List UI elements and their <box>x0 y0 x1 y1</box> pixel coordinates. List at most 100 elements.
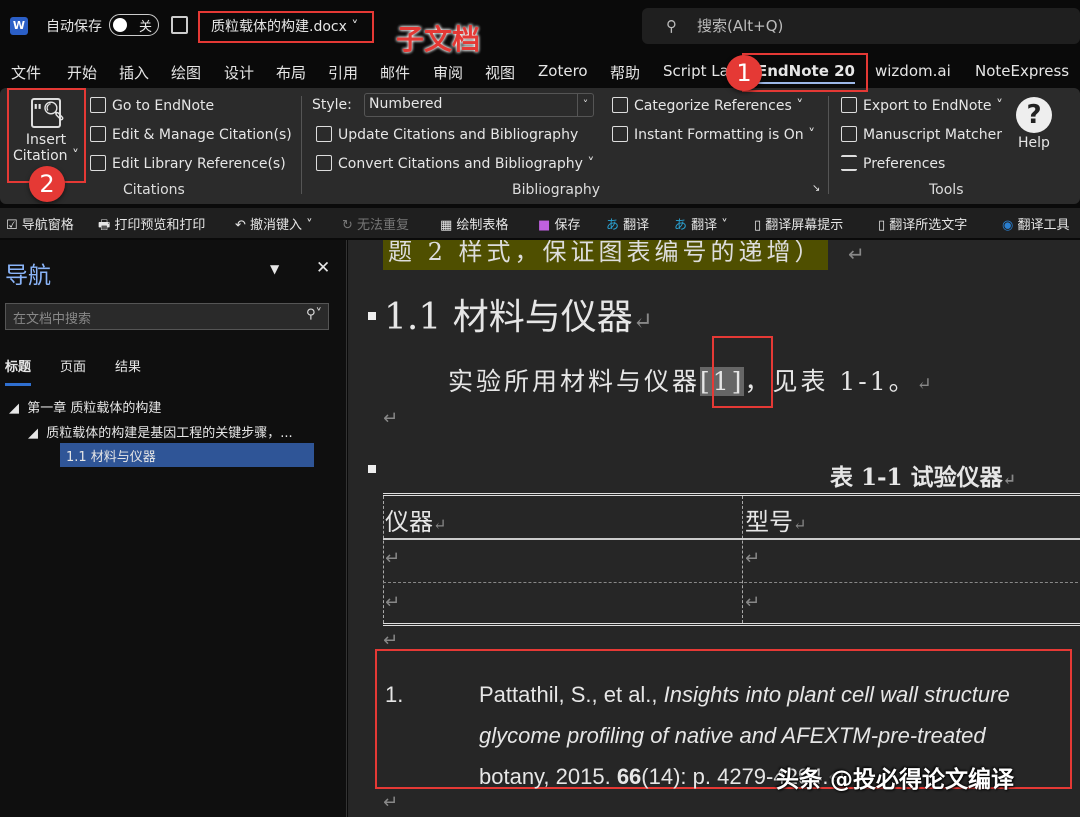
heading-bullet <box>368 312 376 320</box>
sliders-icon <box>841 155 857 171</box>
tab-noteexpress[interactable]: NoteExpress <box>975 62 1069 80</box>
annotation-label: 子文档 <box>396 18 480 58</box>
tab-zotero[interactable]: Zotero <box>538 62 588 80</box>
nav-tab-headings[interactable]: 标题 <box>5 356 31 386</box>
nav-tree-item[interactable]: ◢ 质粒载体的构建是基因工程的关键步骤，... <box>28 422 293 441</box>
style-label: Style: <box>312 97 352 113</box>
step-badge-1: 1 <box>726 55 762 91</box>
nav-tree-item-selected[interactable]: 1.1 材料与仪器 <box>60 443 314 467</box>
translate-dropdown-button[interactable]: あ 翻译 ˅ <box>674 214 728 233</box>
tab-references[interactable]: 引用 <box>328 62 358 83</box>
save-icon[interactable] <box>171 16 188 34</box>
nav-search-input[interactable]: 在文档中搜索⚲˅ <box>5 303 329 330</box>
matcher-icon <box>841 126 857 142</box>
preferences-button[interactable]: Preferences <box>841 155 945 172</box>
chevron-down-icon: ˅ <box>577 94 593 116</box>
translate-selection-button[interactable]: ▯ 翻译所选文字 <box>878 214 967 233</box>
nav-title: 导航 <box>5 256 51 290</box>
convert-icon <box>316 155 332 171</box>
nav-tree-item[interactable]: ◢ 第一章 质粒载体的构建 <box>9 397 161 416</box>
watermark: 头条 @投必得论文编译 <box>776 760 1014 794</box>
nav-tab-results[interactable]: 结果 <box>115 356 141 375</box>
tab-home[interactable]: 开始 <box>67 62 97 83</box>
title-bar: W 自动保存 关 质粒载体的构建.docx ˅ 子文档 ⚲搜索(Alt+Q) <box>0 0 1080 50</box>
table-cell[interactable]: ↵ <box>745 592 760 613</box>
table-header-model: 型号↵ <box>745 502 806 537</box>
categorize-icon <box>612 97 628 113</box>
tab-mailings[interactable]: 邮件 <box>380 62 410 83</box>
tab-design[interactable]: 设计 <box>224 62 254 83</box>
redo-button[interactable]: ↻ 无法重复 <box>342 214 409 233</box>
paragraph-mark: ↵ <box>848 242 865 266</box>
bibliography-entry: 1. Pattathil, S., et al., Insights into … <box>385 674 403 715</box>
translate-tools-button[interactable]: ◉ 翻译工具 <box>1002 214 1070 233</box>
instrument-table: 仪器↵ 型号↵ ↵ ↵ ↵ ↵ <box>383 493 1080 626</box>
instant-formatting-button[interactable]: Instant Formatting is On ˅ <box>612 126 815 143</box>
categorize-references-button[interactable]: Categorize References ˅ <box>612 97 803 114</box>
export-icon <box>841 97 857 113</box>
print-preview-button[interactable]: 🖶 打印预览和打印 <box>98 214 205 238</box>
tab-wizdom[interactable]: wizdom.ai <box>875 62 951 80</box>
table-caption: 表 1-1 试验仪器↵ <box>830 458 1016 492</box>
table-cell[interactable]: ↵ <box>385 592 400 613</box>
update-citations-button[interactable]: Update Citations and Bibliography <box>316 126 578 143</box>
nav-options-icon[interactable]: ▼ <box>270 262 279 276</box>
edit-library-reference-button[interactable]: Edit Library Reference(s) <box>90 155 286 172</box>
menu-tabs: 文件 开始 插入 绘图 设计 布局 引用 邮件 审阅 视图 Zotero 帮助 … <box>0 56 1080 86</box>
help-button[interactable]: ?Help <box>1016 97 1052 151</box>
filename-dropdown[interactable]: 质粒载体的构建.docx ˅ <box>198 11 374 43</box>
highlighted-text: 题 2 样式，保证图表编号的递增） <box>383 240 828 270</box>
tab-layout[interactable]: 布局 <box>276 62 306 83</box>
undo-button[interactable]: ↶ 撤消键入 ˅ <box>235 214 313 233</box>
body-paragraph: 实验所用材料与仪器[1]，见表 1-1。↵ <box>448 362 935 398</box>
caption-bullet <box>368 465 376 473</box>
search-box[interactable]: ⚲搜索(Alt+Q) <box>642 8 1080 44</box>
endnote-icon <box>90 97 106 113</box>
tab-insert[interactable]: 插入 <box>119 62 149 83</box>
search-icon: ⚲˅ <box>306 307 322 322</box>
paragraph-mark: ↵ <box>383 630 398 651</box>
search-icon: ⚲ <box>666 8 677 44</box>
list-icon <box>612 126 628 142</box>
manuscript-matcher-button[interactable]: Manuscript Matcher <box>841 126 1002 143</box>
tab-review[interactable]: 审阅 <box>433 62 463 83</box>
word-app-icon: W <box>10 17 28 35</box>
quick-access-toolbar: ☑ 导航窗格 🖶 打印预览和打印 ↶ 撤消键入 ˅ ↻ 无法重复 ▦ 绘制表格 … <box>0 208 1080 238</box>
section-heading: 1.1 材料与仪器↵ <box>384 288 653 340</box>
tab-file[interactable]: 文件 <box>11 62 41 83</box>
ribbon: "🔍︎ Insert Citation ˅ Go to EndNote Edit… <box>0 88 1080 204</box>
help-icon: ? <box>1016 97 1052 133</box>
dialog-launcher-icon[interactable]: ↘ <box>812 183 820 194</box>
nav-tab-pages[interactable]: 页面 <box>60 356 86 375</box>
translate-button[interactable]: あ 翻译 <box>606 214 649 233</box>
citation-highlight <box>712 336 773 408</box>
document-canvas: 题 2 样式，保证图表编号的递增） ↵ 1.1 材料与仪器↵ 实验所用材料与仪器… <box>348 240 1080 817</box>
autosave-toggle[interactable]: 关 <box>109 14 159 36</box>
table-cell[interactable]: ↵ <box>745 548 760 569</box>
update-icon <box>316 126 332 142</box>
edit-citation-icon <box>90 126 106 142</box>
bibliography-group-label: Bibliography <box>512 182 600 198</box>
go-to-endnote-button[interactable]: Go to EndNote <box>90 97 214 114</box>
close-icon[interactable]: ✕ <box>316 258 330 278</box>
nav-pane-checkbox[interactable]: ☑ 导航窗格 <box>6 214 74 233</box>
citations-group-label: Citations <box>123 182 185 198</box>
draw-table-button[interactable]: ▦ 绘制表格 <box>440 214 508 233</box>
tab-view[interactable]: 视图 <box>485 62 515 83</box>
edit-library-icon <box>90 155 106 171</box>
autosave-label: 自动保存 <box>46 16 102 36</box>
table-header-instrument: 仪器↵ <box>385 502 446 537</box>
export-to-endnote-button[interactable]: Export to EndNote ˅ <box>841 97 1003 114</box>
navigation-pane: 导航 ▼ ✕ 在文档中搜索⚲˅ 标题 页面 结果 ◢ 第一章 质粒载体的构建 ◢… <box>0 240 347 817</box>
save-button[interactable]: ■ 保存 <box>538 214 580 233</box>
style-dropdown[interactable]: Numbered˅ <box>364 93 594 117</box>
edit-manage-citations-button[interactable]: Edit & Manage Citation(s) <box>90 126 292 143</box>
convert-citations-button[interactable]: Convert Citations and Bibliography ˅ <box>316 155 594 172</box>
translate-screentip-button[interactable]: ▯ 翻译屏幕提示 <box>754 214 843 233</box>
tab-draw[interactable]: 绘图 <box>171 62 201 83</box>
step-badge-2: 2 <box>29 166 65 202</box>
tab-help[interactable]: 帮助 <box>610 62 640 83</box>
table-cell[interactable]: ↵ <box>385 548 400 569</box>
paragraph-mark: ↵ <box>383 408 398 429</box>
tools-group-label: Tools <box>929 182 964 198</box>
